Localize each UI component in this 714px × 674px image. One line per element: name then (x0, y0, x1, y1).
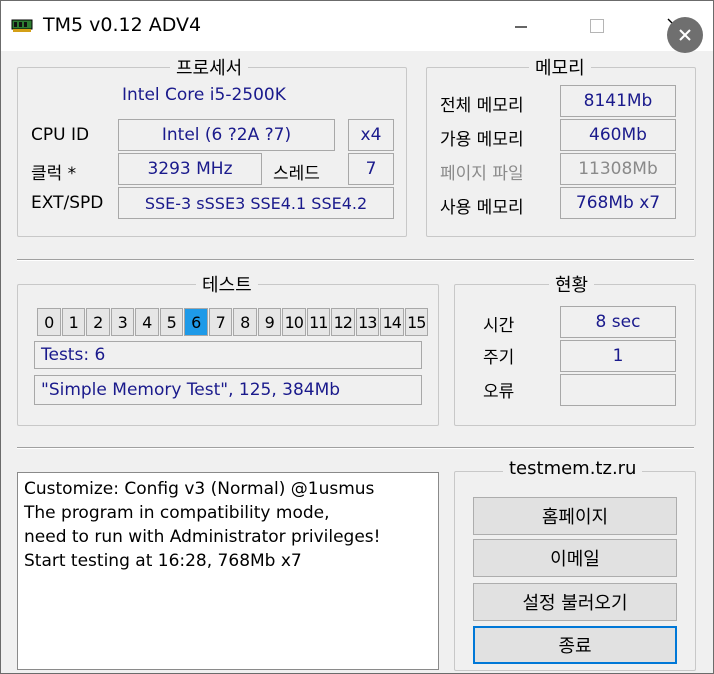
test-cell: 9 (257, 308, 281, 336)
test-cell: 2 (86, 308, 110, 336)
log-line: Customize: Config v3 (Normal) @1usmus (24, 479, 375, 499)
maximize-icon (590, 19, 604, 33)
homepage-button[interactable]: 홈페이지 (473, 497, 677, 535)
minimize-icon (515, 26, 527, 28)
tests-count-field: Tests: 6 (34, 341, 422, 369)
test-cell: 4 (135, 308, 159, 336)
processor-group-title: 프로세서 (170, 54, 249, 80)
overlay-close-button[interactable] (667, 17, 703, 53)
used-memory-label: 사용 메모리 (440, 198, 524, 218)
window-title: TM5 v0.12 ADV4 (43, 14, 202, 36)
test-cell: 15 (404, 308, 428, 336)
error-field (560, 374, 676, 406)
test-cell: 6 (184, 308, 208, 336)
test-cell: 5 (159, 308, 183, 336)
test-cell: 13 (355, 308, 379, 336)
error-label: 오류 (483, 382, 515, 402)
ext-spd-field: SSE-3 sSSE3 SSE4.1 SSE4.2 (118, 187, 394, 219)
memory-chip-icon (11, 19, 33, 32)
email-button[interactable]: 이메일 (473, 539, 677, 577)
test-cell: 8 (233, 308, 257, 336)
cores-field: x4 (348, 119, 394, 151)
log-line: The program in compatibility mode, (24, 503, 330, 523)
ext-spd-label: EXT/SPD (31, 193, 104, 213)
test-cell: 1 (61, 308, 85, 336)
separator-bottom (17, 447, 694, 449)
pagefile-label: 페이지 파일 (440, 164, 524, 184)
cpu-name: Intel Core i5-2500K (122, 85, 286, 105)
memory-group-title: 메모리 (529, 54, 591, 80)
cycle-label: 주기 (483, 348, 515, 368)
cpu-id-label: CPU ID (31, 125, 90, 145)
actions-group-title: testmem.tz.ru (503, 458, 643, 479)
minimize-button[interactable] (491, 1, 551, 51)
status-group-title: 현황 (549, 271, 595, 297)
threads-label: 스레드 (273, 164, 320, 184)
used-memory-field: 768Mb x7 (560, 187, 676, 219)
threads-field: 7 (348, 153, 394, 185)
tm5-window: TM5 v0.12 ADV4 프로세서 Intel Core i5-2500K … (0, 0, 714, 674)
clock-label: 클럭 * (31, 164, 77, 184)
load-settings-button[interactable]: 설정 불러오기 (473, 583, 677, 621)
current-test-field: "Simple Memory Test", 125, 384Mb (34, 375, 422, 405)
test-progress-cells: 0 1 2 3 4 5 6 7 8 9 10 11 12 13 14 15 (37, 308, 429, 336)
total-memory-field: 8141Mb (560, 85, 676, 117)
pagefile-field: 11308Mb (560, 153, 676, 185)
test-cell: 11 (306, 308, 330, 336)
log-line: need to run with Administrator privilege… (24, 527, 381, 547)
test-cell: 12 (331, 308, 355, 336)
cycle-field: 1 (560, 340, 676, 372)
time-label: 시간 (483, 316, 515, 336)
time-field: 8 sec (560, 306, 676, 338)
test-cell: 10 (282, 308, 306, 336)
test-cell: 0 (37, 308, 61, 336)
cpu-id-field: Intel (6 ?2A ?7) (118, 119, 335, 151)
test-cell: 3 (110, 308, 134, 336)
available-memory-field: 460Mb (560, 119, 676, 151)
available-memory-label: 가용 메모리 (440, 130, 524, 150)
separator-top (17, 259, 694, 261)
exit-button[interactable]: 종료 (473, 626, 677, 664)
clock-field: 3293 MHz (118, 153, 262, 185)
close-icon (679, 29, 691, 41)
log-line: Start testing at 16:28, 768Mb x7 (24, 551, 302, 571)
test-group-title: 테스트 (196, 271, 258, 297)
test-cell: 14 (380, 308, 404, 336)
maximize-button[interactable] (567, 1, 627, 51)
log-output[interactable]: Customize: Config v3 (Normal) @1usmus The… (17, 472, 439, 670)
test-cell: 7 (208, 308, 232, 336)
title-bar[interactable]: TM5 v0.12 ADV4 (1, 1, 713, 53)
total-memory-label: 전체 메모리 (440, 96, 524, 116)
